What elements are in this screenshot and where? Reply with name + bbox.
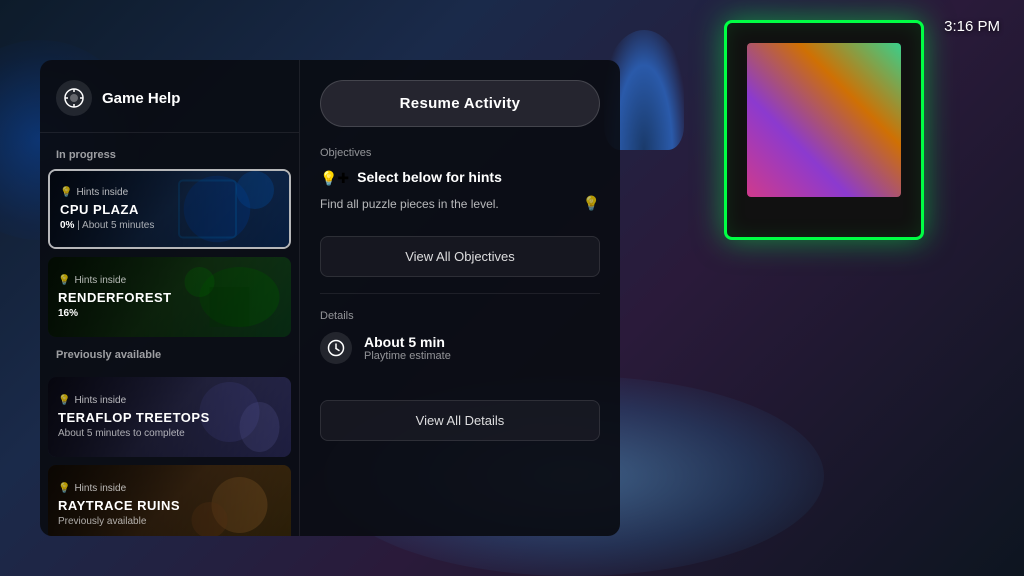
bg-decoration-cpu-panel <box>724 20 924 240</box>
objectives-section-title: Objectives <box>320 147 600 159</box>
hints-label-ray: 💡 Hints inside <box>58 483 281 494</box>
objective-hint-title: Select below for hints <box>357 169 502 185</box>
activity-progress-ray: Previously available <box>58 516 281 527</box>
hints-icon-render: 💡 <box>58 275 70 286</box>
game-help-header: Game Help <box>40 80 299 133</box>
panel-overlay: Game Help In progress 💡 Hints inside CP <box>40 60 620 536</box>
previously-available-label: Previously available <box>40 349 299 369</box>
hints-label-tera: 💡 Hints inside <box>58 395 281 406</box>
sidebar: Game Help In progress 💡 Hints inside CP <box>40 60 300 536</box>
activity-card-raytrace[interactable]: 💡 Hints inside RAYTRACE RUINS Previously… <box>48 465 291 536</box>
activity-progress-cpu: 0% | About 5 minutes <box>60 220 279 231</box>
activity-name-cpu: CPU PLAZA <box>60 202 279 218</box>
activity-card-renderforest[interactable]: 💡 Hints inside RENDERFOREST 16% <box>48 257 291 337</box>
activity-name-tera: TERAFLOP TREETOPS <box>58 410 281 426</box>
card-content-cpu: 💡 Hints inside CPU PLAZA 0% | About 5 mi… <box>50 171 289 247</box>
resume-activity-button[interactable]: Resume Activity <box>320 80 600 127</box>
main-content: Resume Activity Objectives 💡✚ Select bel… <box>300 60 620 536</box>
details-section-title: Details <box>320 310 600 322</box>
objectives-section: Objectives 💡✚ Select below for hints Fin… <box>320 147 600 212</box>
objective-row-hint: 💡✚ Select below for hints <box>320 169 600 187</box>
activity-card-teraflop[interactable]: 💡 Hints inside TERAFLOP TREETOPS About 5… <box>48 377 291 457</box>
activity-name-ray: RAYTRACE RUINS <box>58 498 281 514</box>
playtime-value: About 5 min <box>364 334 451 350</box>
activity-card-cpu-plaza[interactable]: 💡 Hints inside CPU PLAZA 0% | About 5 mi… <box>48 169 291 249</box>
view-all-objectives-button[interactable]: View All Objectives <box>320 236 600 277</box>
in-progress-label: In progress <box>40 149 299 169</box>
hints-icon-tera: 💡 <box>58 395 70 406</box>
hints-label-render: 💡 Hints inside <box>58 275 281 286</box>
activity-name-render: RENDERFOREST <box>58 290 281 306</box>
hints-label-cpu: 💡 Hints inside <box>60 187 279 198</box>
hints-icon-cpu: 💡 <box>60 187 72 198</box>
card-content-tera: 💡 Hints inside TERAFLOP TREETOPS About 5… <box>48 377 291 457</box>
game-help-icon <box>56 80 92 116</box>
bg-decoration-cpu-inner <box>747 43 901 197</box>
hints-icon-ray: 💡 <box>58 483 70 494</box>
objective-description: Find all puzzle pieces in the level. 💡 <box>320 195 600 212</box>
hint-small-icon: 💡 <box>583 195 600 212</box>
game-help-title: Game Help <box>102 90 180 107</box>
activity-progress-tera: About 5 minutes to complete <box>58 428 281 439</box>
card-content-render: 💡 Hints inside RENDERFOREST 16% <box>48 257 291 337</box>
activity-progress-render: 16% <box>58 308 281 319</box>
view-all-details-button[interactable]: View All Details <box>320 400 600 441</box>
card-content-ray: 💡 Hints inside RAYTRACE RUINS Previously… <box>48 465 291 536</box>
playtime-row: About 5 min Playtime estimate <box>320 332 600 364</box>
hint-icon-yellow: 💡✚ <box>320 170 349 187</box>
clock-icon <box>320 332 352 364</box>
clock-display: 3:16 PM <box>944 18 1000 35</box>
playtime-label: Playtime estimate <box>364 350 451 362</box>
details-section: Details About 5 min Playtime estimate <box>320 310 600 376</box>
section-divider <box>320 293 600 294</box>
